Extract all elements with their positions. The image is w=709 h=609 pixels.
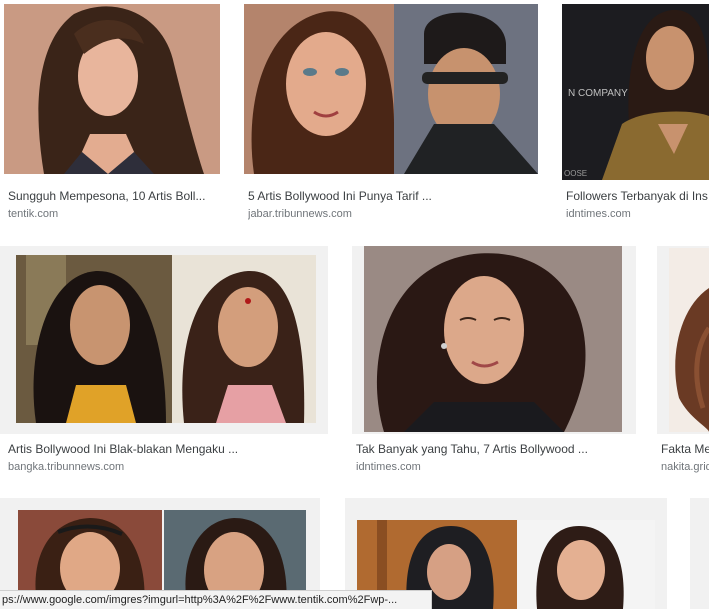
portrait-image: [4, 4, 220, 174]
status-bar-link-url: ps://www.google.com/imgres?imgurl=http%3…: [0, 590, 432, 609]
result-thumbnail[interactable]: [4, 4, 220, 174]
backdrop-company-text: N COMPANY: [568, 88, 628, 99]
result-thumbnail-frame[interactable]: [352, 246, 636, 434]
result-title[interactable]: Fakta Me: [661, 442, 709, 456]
portrait-image: N COMPANY OOSE: [562, 4, 709, 180]
image-result-3[interactable]: N COMPANY OOSE Followers Terbanyak di In…: [558, 0, 709, 225]
result-title[interactable]: 5 Artis Bollywood Ini Punya Tarif ...: [248, 189, 538, 203]
two-portraits-image: [244, 4, 538, 174]
result-title[interactable]: Followers Terbanyak di Ins: [566, 189, 709, 203]
result-thumbnail-frame-partial[interactable]: [690, 498, 709, 609]
image-result-4[interactable]: Artis Bollywood Ini Blak-blakan Mengaku …: [0, 246, 330, 480]
result-thumbnail-frame[interactable]: [657, 246, 709, 434]
result-thumbnail[interactable]: [364, 246, 622, 432]
result-source[interactable]: nakita.grid: [661, 461, 709, 473]
result-source[interactable]: idntimes.com: [356, 461, 636, 473]
portrait-image: [669, 248, 709, 432]
result-source[interactable]: bangka.tribunnews.com: [8, 461, 328, 473]
result-source[interactable]: jabar.tribunnews.com: [248, 208, 538, 220]
result-source[interactable]: idntimes.com: [566, 208, 709, 220]
result-thumbnail[interactable]: N COMPANY OOSE: [562, 4, 709, 180]
result-thumbnail[interactable]: [16, 255, 316, 423]
result-source[interactable]: tentik.com: [8, 208, 220, 220]
image-result-2[interactable]: 5 Artis Bollywood Ini Punya Tarif ... ja…: [240, 0, 546, 225]
result-title[interactable]: Artis Bollywood Ini Blak-blakan Mengaku …: [8, 442, 328, 456]
result-title[interactable]: Tak Banyak yang Tahu, 7 Artis Bollywood …: [356, 442, 636, 456]
image-result-1[interactable]: Sungguh Mempesona, 10 Artis Boll... tent…: [0, 0, 228, 225]
result-thumbnail[interactable]: [669, 248, 709, 432]
portrait-image: [364, 246, 622, 432]
result-thumbnail[interactable]: [244, 4, 538, 174]
result-title[interactable]: Sungguh Mempesona, 10 Artis Boll...: [8, 189, 220, 203]
image-result-5[interactable]: Tak Banyak yang Tahu, 7 Artis Bollywood …: [352, 246, 636, 480]
image-result-6[interactable]: Fakta Me nakita.grid: [657, 246, 709, 480]
two-portraits-image: [16, 255, 316, 423]
result-thumbnail-frame[interactable]: [0, 246, 328, 434]
backdrop-oose-text: OOSE: [564, 169, 587, 178]
